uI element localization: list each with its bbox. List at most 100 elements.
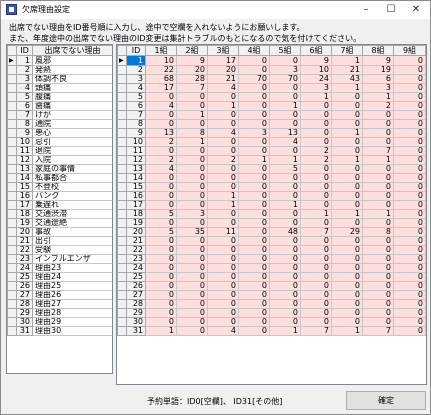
absence-count-cell[interactable]: 0	[300, 272, 332, 282]
reason-row[interactable]: 8 通院	[7, 119, 112, 129]
absence-count-cell[interactable]: 0	[176, 317, 208, 327]
reason-name-cell[interactable]: 悪心	[32, 128, 112, 138]
absence-count-cell[interactable]: 0	[207, 173, 239, 183]
absence-count-cell[interactable]: 0	[207, 308, 239, 318]
absence-count-cell[interactable]: 1	[331, 128, 363, 138]
reason-row[interactable]: 24 理由23	[7, 263, 112, 273]
row-header[interactable]	[7, 146, 17, 156]
reason-id-cell[interactable]: 31	[16, 326, 33, 336]
absence-count-cell[interactable]: 0	[176, 281, 208, 291]
count-row[interactable]: 15 0 0 0 0 0 0 0 0 0	[117, 182, 426, 192]
row-header[interactable]	[7, 155, 17, 165]
reason-name-cell[interactable]: 発熱	[32, 65, 112, 75]
absence-count-cell[interactable]: 0	[207, 263, 239, 273]
absence-count-cell[interactable]: 0	[300, 128, 332, 138]
row-header[interactable]	[117, 218, 127, 228]
absence-count-cell[interactable]: 0	[393, 290, 426, 300]
reason-id-cell[interactable]: 26	[16, 281, 33, 291]
absence-count-cell[interactable]: 0	[362, 164, 394, 174]
row-header[interactable]	[7, 290, 17, 300]
absence-count-cell[interactable]: 0	[176, 308, 208, 318]
absence-count-cell[interactable]: 0	[269, 254, 301, 264]
absence-count-cell[interactable]: 5	[269, 164, 301, 174]
absence-count-cell[interactable]: 0	[331, 137, 363, 147]
absence-count-cell[interactable]: 0	[238, 272, 270, 282]
absence-count-cell[interactable]: 0	[362, 299, 394, 309]
absence-count-cell[interactable]: 35	[176, 227, 208, 237]
class-column-header[interactable]: 5組	[269, 45, 301, 56]
row-header[interactable]	[7, 110, 17, 120]
row-header[interactable]	[117, 227, 127, 237]
row-header[interactable]	[117, 326, 127, 336]
absence-count-cell[interactable]: 0	[238, 227, 270, 237]
absence-count-cell[interactable]: 0	[269, 92, 301, 102]
absence-count-cell[interactable]: 0	[362, 128, 394, 138]
absence-count-cell[interactable]: 17	[145, 83, 177, 93]
row-header[interactable]	[117, 299, 127, 309]
absence-count-cell[interactable]: 4	[207, 326, 239, 336]
reason-row[interactable]: 23 インフルエンザ	[7, 254, 112, 264]
absence-count-cell[interactable]: 0	[331, 164, 363, 174]
row-header[interactable]	[7, 254, 17, 264]
reason-name-cell[interactable]: 忌引	[32, 137, 112, 147]
reason-name-cell[interactable]: バンク	[32, 191, 112, 201]
count-id-cell[interactable]: 28	[126, 299, 146, 309]
count-grid[interactable]: ID 1組 2組 3組 4組 5組 6組 7組 8組 9組 ▶ 1 10 9 17 0 0 9 1 9 0 2 22 20 2…	[116, 44, 427, 385]
row-header[interactable]	[7, 65, 17, 75]
absence-count-cell[interactable]: 0	[207, 92, 239, 102]
absence-count-cell[interactable]: 2	[300, 155, 332, 165]
row-header[interactable]	[7, 299, 17, 309]
count-id-cell[interactable]: 8	[126, 119, 146, 129]
close-button[interactable]: ✕	[404, 1, 428, 19]
count-id-cell[interactable]: 10	[126, 137, 146, 147]
reason-name-cell[interactable]: 受験	[32, 245, 112, 255]
absence-count-cell[interactable]: 2	[145, 155, 177, 165]
row-header[interactable]	[117, 119, 127, 129]
absence-count-cell[interactable]: 0	[145, 110, 177, 120]
absence-count-cell[interactable]: 1	[300, 92, 332, 102]
absence-count-cell[interactable]: 0	[393, 164, 426, 174]
reason-id-header[interactable]: ID	[16, 45, 33, 56]
absence-count-cell[interactable]: 0	[331, 236, 363, 246]
absence-count-cell[interactable]: 9	[176, 55, 208, 66]
reason-id-cell[interactable]: 8	[16, 119, 33, 129]
row-header[interactable]	[117, 128, 127, 138]
absence-count-cell[interactable]: 21	[331, 65, 363, 75]
reason-id-cell[interactable]: 14	[16, 173, 33, 183]
absence-count-cell[interactable]: 0	[393, 110, 426, 120]
row-header[interactable]	[7, 218, 17, 228]
reason-row[interactable]: 29 理由28	[7, 308, 112, 318]
absence-count-cell[interactable]: 0	[362, 119, 394, 129]
absence-count-cell[interactable]: 0	[238, 218, 270, 228]
absence-count-cell[interactable]: 0	[331, 146, 363, 156]
absence-count-cell[interactable]: 1	[300, 209, 332, 219]
row-header[interactable]	[7, 227, 17, 237]
reason-row[interactable]: 9 悪心	[7, 128, 112, 138]
absence-count-cell[interactable]: 0	[269, 308, 301, 318]
absence-count-cell[interactable]: 0	[145, 92, 177, 102]
absence-count-cell[interactable]: 9	[362, 55, 394, 66]
reason-row[interactable]: 26 理由25	[7, 281, 112, 291]
row-header[interactable]	[117, 245, 127, 255]
reason-id-cell[interactable]: 15	[16, 182, 33, 192]
row-header[interactable]	[7, 173, 17, 183]
absence-count-cell[interactable]: 0	[331, 92, 363, 102]
row-header[interactable]	[117, 83, 127, 93]
absence-count-cell[interactable]: 0	[331, 173, 363, 183]
count-id-cell[interactable]: 17	[126, 200, 146, 210]
absence-count-cell[interactable]: 8	[176, 128, 208, 138]
absence-count-cell[interactable]: 0	[238, 245, 270, 255]
absence-count-cell[interactable]: 0	[238, 254, 270, 264]
absence-count-cell[interactable]: 0	[269, 290, 301, 300]
count-row[interactable]: ▶ 1 10 9 17 0 0 9 1 9 0	[117, 55, 426, 66]
absence-count-cell[interactable]: 0	[393, 272, 426, 282]
absence-count-cell[interactable]: 7	[300, 227, 332, 237]
absence-count-cell[interactable]: 0	[269, 236, 301, 246]
absence-count-cell[interactable]: 0	[362, 317, 394, 327]
count-id-cell[interactable]: 2	[126, 65, 146, 75]
absence-count-cell[interactable]: 29	[331, 227, 363, 237]
absence-count-cell[interactable]: 0	[145, 281, 177, 291]
absence-count-cell[interactable]: 0	[393, 191, 426, 201]
confirm-button[interactable]: 確定	[346, 391, 426, 410]
absence-count-cell[interactable]: 0	[269, 83, 301, 93]
